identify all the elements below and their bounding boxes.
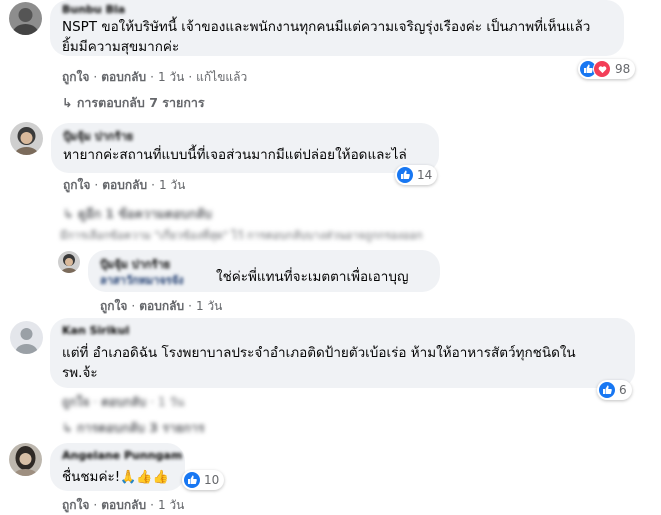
reaction-number: 98 xyxy=(615,62,631,76)
view-replies-label: การตอบกลับ 3 รายการ xyxy=(76,420,205,435)
comment-text: หายากค่ะสถานที่แบบนี้ที่เจอส่วนมากมีแต่ป… xyxy=(63,147,407,163)
view-more-replies-link[interactable]: ↳ ดูอีก 1 ข้อความตอบกลับ xyxy=(63,204,212,224)
avatar[interactable] xyxy=(10,122,43,155)
timestamp[interactable]: 1 วัน xyxy=(196,299,222,313)
like-link[interactable]: ถูกใจ xyxy=(62,498,89,512)
avatar-image xyxy=(15,328,38,354)
comment-author[interactable]: Bunbu Bla xyxy=(62,3,125,16)
avatar[interactable] xyxy=(9,2,42,35)
avatar[interactable] xyxy=(10,321,43,354)
comment-author[interactable]: ปุ้มจุ้ม ปากร้าย xyxy=(63,127,133,145)
like-icon xyxy=(397,167,413,183)
avatar[interactable] xyxy=(58,251,80,273)
reply-link[interactable]: ตอบกลับ xyxy=(101,498,146,512)
timestamp[interactable]: 1 วัน xyxy=(158,70,184,84)
timestamp[interactable]: 1 วัน xyxy=(158,395,184,409)
edited-label: แก้ไขแล้ว xyxy=(196,70,248,84)
avatar[interactable] xyxy=(9,443,42,476)
like-link[interactable]: ถูกใจ xyxy=(62,395,89,409)
reply-arrow-icon: ↳ xyxy=(62,420,73,435)
like-icon xyxy=(184,472,200,488)
comment-author[interactable]: Kan Sirikul xyxy=(62,324,129,337)
reaction-number: 14 xyxy=(417,168,433,182)
comment-actions: ถูกใจ · ตอบกลับ · 1 วัน xyxy=(62,395,185,409)
comment-text-body: ชื่นชมค่ะ! xyxy=(62,469,121,485)
reaction-count[interactable]: 6 xyxy=(597,380,632,400)
view-replies-link[interactable]: ↳ การตอบกลับ 3 รายการ xyxy=(62,418,205,438)
comment-text: ยิ้มมีความสุขมากค่ะ xyxy=(62,39,180,55)
comment-text: รพ.จ้ะ xyxy=(62,365,98,381)
timestamp[interactable]: 1 วัน xyxy=(158,498,184,512)
comment-author[interactable]: Angelane Punngam xyxy=(62,449,182,462)
like-link[interactable]: ถูกใจ xyxy=(63,178,90,192)
tagged-user[interactable]: ลาสาวักหมาจรจัง xyxy=(100,271,184,289)
avatar-image xyxy=(13,446,38,476)
reply-link[interactable]: ตอบกลับ xyxy=(102,178,147,192)
reply-text: ใช่ค่ะพี่แทนที่จะเมตตาเพื่อเอาบุญ xyxy=(216,269,409,285)
comment-actions: ถูกใจ · ตอบกลับ · 1 วัน · แก้ไขแล้ว xyxy=(62,70,248,84)
timestamp[interactable]: 1 วัน xyxy=(159,178,185,192)
like-link[interactable]: ถูกใจ xyxy=(100,299,127,313)
like-link[interactable]: ถูกใจ xyxy=(62,70,89,84)
comment-text: NSPT ขอให้บริษัทนี้ เจ้าของและพนักงานทุก… xyxy=(62,19,591,35)
comment-text: แต่ที่ อำเภอดิฉัน โรงพยาบาลประจำอำเภอติด… xyxy=(62,345,576,361)
avatar-image xyxy=(12,8,39,35)
reply-link[interactable]: ตอบกลับ xyxy=(101,70,146,84)
reply-arrow-icon: ↳ xyxy=(63,206,74,221)
relevance-notice: มีการเลือกข้อความ "เกี่ยวข้องที่สุด" ไว้… xyxy=(60,229,423,242)
reply-actions: ถูกใจ · ตอบกลับ · 1 วัน xyxy=(100,299,223,313)
reply-link[interactable]: ตอบกลับ xyxy=(101,395,146,409)
emoji-pray-thumbs-icon: 🙏👍👍 xyxy=(120,470,169,485)
comment-actions: ถูกใจ · ตอบกลับ · 1 วัน xyxy=(62,498,185,512)
reply-arrow-icon: ↳ xyxy=(62,95,73,110)
view-replies-label: การตอบกลับ 7 รายการ xyxy=(76,95,205,110)
love-icon xyxy=(593,60,611,78)
reaction-count[interactable]: 10 xyxy=(182,470,225,490)
reaction-number: 10 xyxy=(204,473,220,487)
comment-actions: ถูกใจ · ตอบกลับ · 1 วัน xyxy=(63,178,186,192)
view-more-replies-label: ดูอีก 1 ข้อความตอบกลับ xyxy=(77,206,212,221)
avatar-image xyxy=(14,127,39,155)
like-icon xyxy=(599,382,615,398)
avatar-image xyxy=(61,254,77,273)
comment-text: ชื่นชมค่ะ!🙏👍👍 xyxy=(62,466,169,489)
view-replies-link[interactable]: ↳ การตอบกลับ 7 รายการ xyxy=(62,93,205,113)
reaction-number: 6 xyxy=(619,383,627,397)
reaction-count[interactable]: 98 xyxy=(578,59,636,79)
reaction-count[interactable]: 14 xyxy=(395,165,438,185)
reply-link[interactable]: ตอบกลับ xyxy=(139,299,184,313)
